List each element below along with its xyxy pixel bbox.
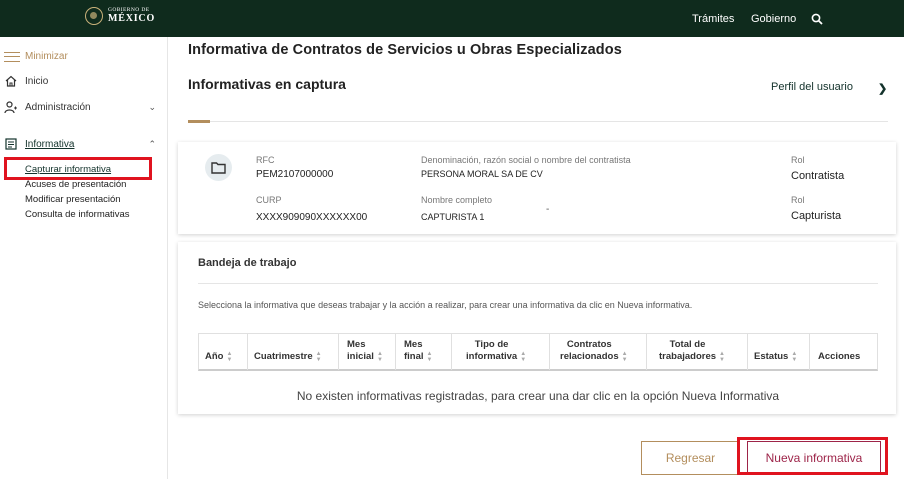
col-anio[interactable]: Año ▲ ▼ xyxy=(199,334,248,370)
minimizar-button[interactable]: Minimizar xyxy=(4,51,68,62)
page-title: Informativa de Contratos de Servicios u … xyxy=(188,42,622,58)
denominacion-label: Denominación, razón social o nombre del … xyxy=(421,155,631,165)
bandeja-divider xyxy=(198,283,878,284)
sidebar-item-label: Administración xyxy=(25,101,91,113)
nav-gobierno[interactable]: Gobierno xyxy=(751,0,796,37)
hamburger-icon xyxy=(4,51,20,62)
minimizar-label: Minimizar xyxy=(25,51,68,62)
sort-icon: ▲ ▼ xyxy=(376,351,383,363)
col-total-trabajadores[interactable]: Total de trabajadores ▲ ▼ xyxy=(647,334,748,370)
nav-tramites[interactable]: Trámites xyxy=(692,0,734,37)
col-cuatrimestre[interactable]: Cuatrimestre ▲ ▼ xyxy=(248,334,339,370)
logo-big-text: MÉXICO xyxy=(108,12,156,24)
rol-contratista-label: Rol xyxy=(791,155,805,165)
col-acciones: Acciones xyxy=(818,351,861,362)
gobierno-logo[interactable]: GOBIERNO DE MÉXICO xyxy=(85,7,155,25)
denominacion-value: PERSONA MORAL SA DE CV xyxy=(421,169,543,179)
rfc-value: PEM2107000000 xyxy=(256,169,334,180)
search-icon xyxy=(811,13,823,25)
sort-icon: ▲ ▼ xyxy=(621,351,628,363)
users-icon xyxy=(4,101,17,114)
sidebar-item-inicio[interactable]: Inicio xyxy=(4,74,48,88)
search-button[interactable] xyxy=(811,0,823,37)
highlight-box-nueva xyxy=(737,437,888,475)
table-header: Año ▲ ▼ Cuatrimestre ▲ ▼ Mes inicial ▲ ▼ Mes fin… xyxy=(198,333,878,371)
sidebar-item-informativa[interactable]: Informativa ⌃ xyxy=(4,137,156,151)
subitem-modificar-presentacion[interactable]: Modificar presentación xyxy=(25,194,121,205)
top-navbar: GOBIERNO DE MÉXICO Trámites Gobierno xyxy=(0,0,904,37)
curp-value: XXXX909090XXXXXX00 xyxy=(256,212,368,223)
sort-icon: ▲ ▼ xyxy=(226,351,233,363)
sort-icon: ▲ ▼ xyxy=(791,351,798,363)
empty-table-message: No existen informativas registradas, par… xyxy=(296,389,780,403)
curp-label: CURP xyxy=(256,195,282,205)
sidebar: Minimizar Inicio Administración ⌄ Inform… xyxy=(0,37,168,479)
rol-contratista-value: Contratista xyxy=(791,170,845,182)
rol-capturista-value: Capturista xyxy=(791,210,842,222)
nombre-value: CAPTURISTA 1 xyxy=(421,212,485,222)
highlight-box-capturar xyxy=(4,157,152,180)
sidebar-item-label: Inicio xyxy=(25,75,49,87)
sort-icon: ▲ ▼ xyxy=(520,351,527,363)
perfil-usuario-dropdown[interactable]: Perfil del usuario xyxy=(771,81,853,93)
document-icon xyxy=(5,138,17,150)
folder-badge xyxy=(205,154,232,181)
nombre-label: Nombre completo xyxy=(421,195,493,205)
rol-capturista-label: Rol xyxy=(791,195,805,205)
sidebar-item-label: Informativa xyxy=(25,138,75,150)
sort-icon: ▲ ▼ xyxy=(426,351,433,363)
chevron-down-icon: ⌄ xyxy=(148,101,156,112)
bandeja-title: Bandeja de trabajo xyxy=(198,257,297,269)
col-mes-final[interactable]: Mes final ▲ ▼ xyxy=(396,334,452,370)
chevron-up-icon: ⌃ xyxy=(148,138,156,149)
sort-icon: ▲ ▼ xyxy=(719,351,725,363)
col-tipo-informativa[interactable]: Tipo de informativa ▲ ▼ xyxy=(452,334,550,370)
col-contratos-relacionados[interactable]: Contratos relacionados ▲ ▼ xyxy=(550,334,647,370)
regresar-button[interactable]: Regresar xyxy=(641,441,740,475)
folder-icon xyxy=(211,162,226,174)
col-mes-inicial[interactable]: Mes inicial ▲ ▼ xyxy=(339,334,396,370)
section-title: Informativas en captura xyxy=(188,76,346,92)
subitem-consulta-informativas[interactable]: Consulta de informativas xyxy=(25,209,130,220)
seal-icon xyxy=(85,7,103,25)
rfc-label: RFC xyxy=(256,155,275,165)
tab-divider xyxy=(188,121,888,122)
sidebar-item-administracion[interactable]: Administración ⌄ xyxy=(4,100,156,114)
tab-accent xyxy=(188,120,210,123)
chevron-down-icon[interactable]: ❯ xyxy=(878,82,887,95)
sort-icon: ▲ ▼ xyxy=(315,351,322,363)
dash-separator: - xyxy=(546,204,550,215)
col-estatus[interactable]: Estatus ▲ ▼ xyxy=(748,334,810,370)
home-icon xyxy=(5,75,17,87)
subitem-acuses-presentacion[interactable]: Acuses de presentación xyxy=(25,179,126,190)
bandeja-instruccion: Selecciona la informativa que deseas tra… xyxy=(198,300,693,310)
